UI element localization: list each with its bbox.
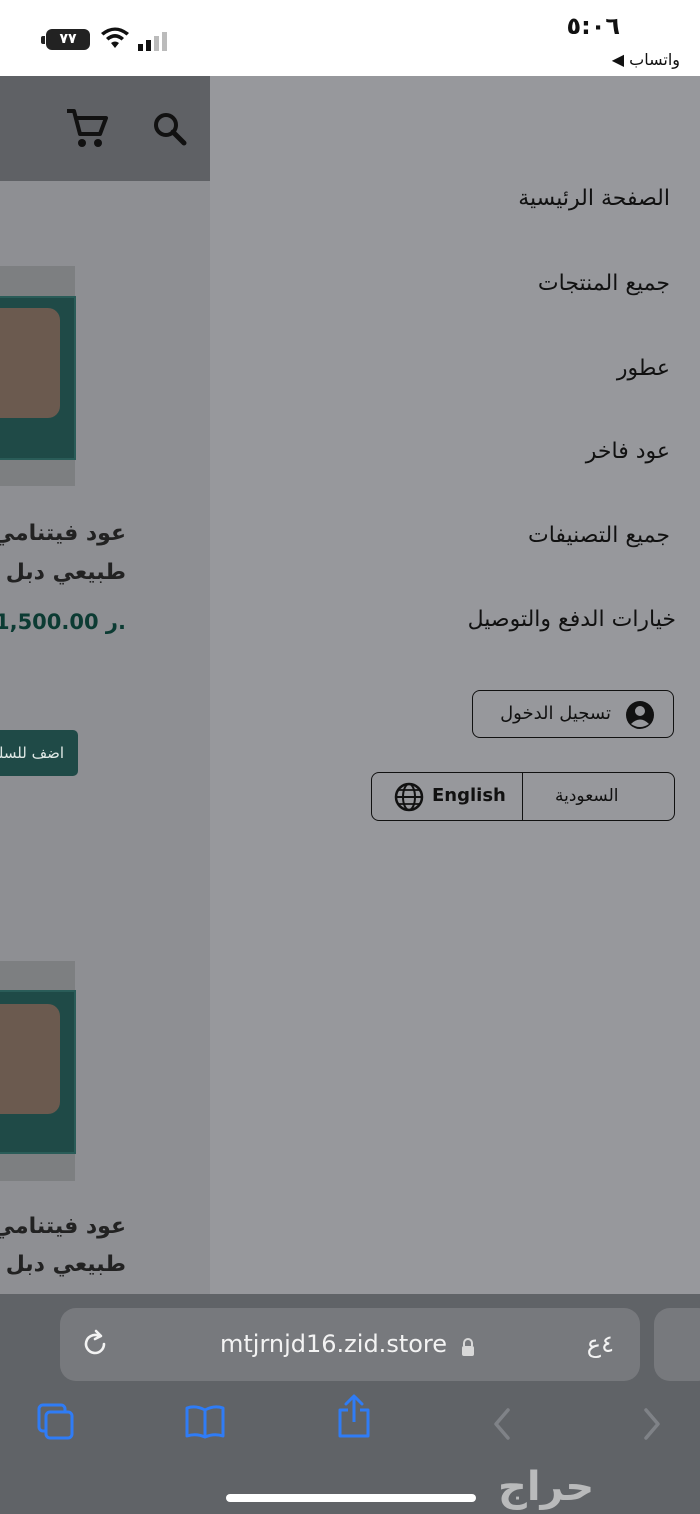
product-title-line2[interactable]: طبيعي دبل: [6, 1252, 126, 1277]
menu-item-luxury-oud[interactable]: عود فاخر: [586, 439, 670, 464]
reload-icon[interactable]: [80, 1329, 110, 1359]
lock-icon: [462, 1338, 474, 1356]
next-tab-preview[interactable]: [654, 1308, 700, 1381]
locale-switcher: English السعودية: [371, 772, 675, 821]
menu-item-all-categories[interactable]: جميع التصنيفات: [528, 523, 670, 548]
agarwood-image: [0, 1004, 60, 1114]
globe-icon: [394, 782, 424, 812]
product-price: 1,500.00 ر.: [0, 610, 126, 634]
language-button[interactable]: English: [372, 773, 523, 820]
share-icon[interactable]: [336, 1394, 372, 1440]
language-label: English: [432, 785, 506, 806]
menu-item-home[interactable]: الصفحة الرئيسية: [518, 186, 670, 211]
product-title[interactable]: عود فيتنامي: [0, 521, 126, 546]
clock: ٥:٠٦: [566, 12, 620, 40]
battery-indicator: ٧٧: [41, 29, 90, 50]
product-title[interactable]: عود فيتنامي: [0, 1214, 126, 1239]
search-icon[interactable]: [150, 109, 190, 149]
back-chevron-icon[interactable]: [490, 1406, 514, 1442]
login-button[interactable]: تسجيل الدخول: [472, 690, 674, 738]
login-label: تسجيل الدخول: [500, 703, 611, 724]
page-settings-button[interactable]: ٤ع: [587, 1330, 614, 1358]
menu-item-perfumes[interactable]: عطور: [617, 356, 670, 381]
agarwood-image: [0, 308, 60, 418]
status-bar: ٧٧ ٥:٠٦ ◀ واتساب: [0, 0, 700, 76]
user-icon: [626, 701, 654, 729]
menu-item-payment-shipping[interactable]: خيارات الدفع والتوصيل: [468, 607, 676, 632]
cart-icon[interactable]: [64, 106, 110, 152]
home-indicator[interactable]: [226, 1494, 476, 1502]
browser-toolbar: mtjrnjd16.zid.store ٤ع حراج: [0, 1294, 700, 1514]
side-drawer-menu: الصفحة الرئيسية جميع المنتجات عطور عود ف…: [210, 76, 700, 1294]
product-title-line2[interactable]: طبيعي دبل: [6, 560, 126, 585]
country-button[interactable]: السعودية: [523, 773, 674, 820]
forward-chevron-icon[interactable]: [640, 1406, 664, 1442]
url-text: mtjrnjd16.zid.store: [220, 1330, 448, 1358]
haraj-watermark: حراج: [498, 1464, 595, 1510]
address-bar[interactable]: mtjrnjd16.zid.store ٤ع: [60, 1308, 640, 1381]
store-header: [0, 76, 210, 181]
add-to-cart-button[interactable]: اضف للسلة: [0, 730, 78, 776]
wifi-icon: [101, 27, 129, 48]
bookmarks-icon[interactable]: [184, 1404, 226, 1440]
tabs-icon[interactable]: [36, 1402, 76, 1442]
country-label: السعودية: [555, 786, 619, 806]
signal-icon: [138, 32, 167, 51]
store-page: عود فيتنامي طبيعي دبل 1,500.00 ر. اضف لل…: [0, 76, 210, 1294]
menu-item-all-products[interactable]: جميع المنتجات: [538, 271, 670, 296]
back-to-app-link[interactable]: ◀ واتساب: [612, 50, 680, 69]
